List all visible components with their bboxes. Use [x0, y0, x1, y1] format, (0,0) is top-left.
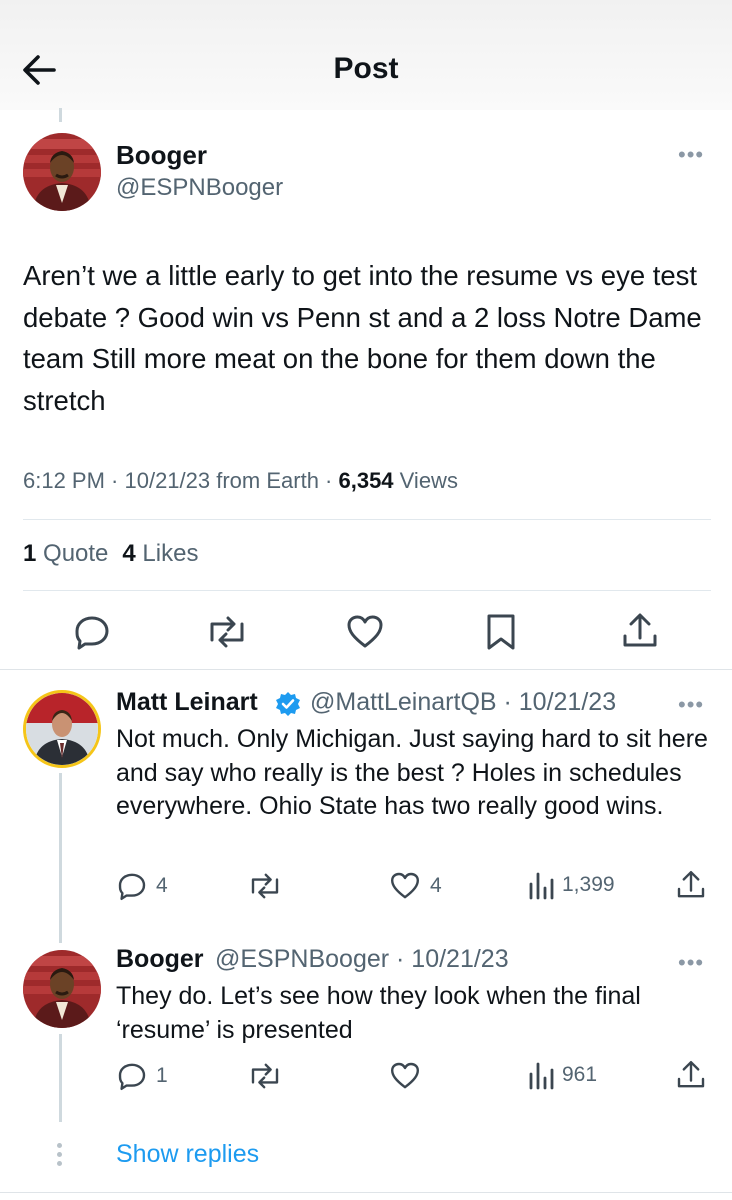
share-icon[interactable] — [620, 610, 660, 652]
thread-line — [59, 108, 62, 122]
more-options-icon[interactable]: ••• — [678, 144, 704, 166]
post-meta: 6:12 PM · 10/21/23 from Earth · 6,354 Vi… — [23, 468, 458, 494]
reply-button[interactable]: 1 — [116, 1060, 168, 1092]
views-count: 1,399 — [562, 873, 615, 896]
more-options-icon[interactable]: ••• — [678, 694, 704, 716]
reply-count: 4 — [156, 874, 168, 897]
likes-count: 4 — [122, 540, 136, 567]
divider — [0, 669, 732, 670]
reply-author-handle[interactable]: @ESPNBooger · 10/21/23 — [215, 945, 509, 974]
share-icon — [677, 871, 705, 898]
views-button[interactable]: 961 — [528, 1060, 597, 1090]
views-count: 6,354 — [338, 468, 394, 493]
reply-author-handle[interactable]: @MattLeinartQB · 10/21/23 — [310, 688, 616, 717]
reply-author-name[interactable]: Matt Leinart — [116, 688, 258, 717]
repost-icon[interactable] — [204, 612, 250, 652]
views-label: Views — [393, 468, 458, 493]
avatar[interactable] — [23, 690, 101, 768]
repost-button[interactable] — [246, 1060, 284, 1092]
reply-icon — [118, 873, 146, 900]
share-button[interactable] — [675, 1058, 707, 1092]
repost-icon — [251, 1063, 279, 1089]
likes-stat[interactable]: 4 Likes — [122, 540, 198, 567]
like-icon[interactable] — [345, 612, 385, 652]
author-name[interactable]: Booger — [116, 140, 207, 171]
repost-button[interactable] — [246, 870, 284, 902]
post-timestamp: 6:12 PM · 10/21/23 from Earth · — [23, 468, 339, 493]
divider — [0, 1192, 732, 1193]
like-icon — [391, 1062, 419, 1089]
views-button[interactable]: 1,399 — [528, 870, 615, 900]
reply-icon[interactable] — [72, 612, 112, 652]
like-count: 4 — [430, 874, 442, 897]
reply-count: 1 — [156, 1064, 168, 1087]
likes-label: Likes — [135, 540, 199, 567]
like-button[interactable] — [388, 1060, 430, 1092]
quotes-label: Quote — [36, 540, 109, 567]
reply-text: They do. Let’s see how they look when th… — [116, 982, 641, 1044]
author-handle[interactable]: @ESPNBooger — [116, 174, 283, 202]
reply-text: Not much. Only Michigan. Just saying har… — [116, 725, 708, 820]
like-button[interactable]: 4 — [388, 870, 442, 902]
views-chart-icon — [529, 1062, 554, 1090]
more-options-icon[interactable]: ••• — [678, 952, 704, 974]
avatar[interactable] — [23, 133, 101, 211]
avatar[interactable] — [23, 950, 101, 1028]
post-text: Aren’t we a little early to get into the… — [23, 260, 702, 416]
reply-button[interactable]: 4 — [116, 870, 168, 902]
like-icon — [391, 872, 419, 899]
quotes-stat[interactable]: 1 Quote — [23, 540, 108, 567]
show-replies-link[interactable]: Show replies — [116, 1140, 259, 1169]
bookmark-icon[interactable] — [484, 612, 518, 652]
top-bar: Post — [0, 0, 732, 110]
share-icon — [677, 1061, 705, 1088]
reply-author-name[interactable]: Booger — [116, 945, 204, 974]
thread-line — [59, 1034, 62, 1122]
divider — [23, 519, 711, 520]
repost-icon — [251, 873, 279, 899]
thread-continue-dots — [57, 1143, 63, 1170]
views-count: 961 — [562, 1063, 598, 1086]
page-title: Post — [333, 52, 399, 85]
reply-icon — [118, 1063, 146, 1090]
verified-badge-icon — [275, 691, 301, 722]
thread-line — [59, 773, 62, 943]
views-chart-icon — [529, 872, 554, 900]
quotes-count: 1 — [23, 540, 37, 567]
engagement-stats: 1 Quote 4 Likes — [23, 540, 198, 568]
divider — [23, 590, 711, 591]
share-button[interactable] — [675, 868, 707, 902]
